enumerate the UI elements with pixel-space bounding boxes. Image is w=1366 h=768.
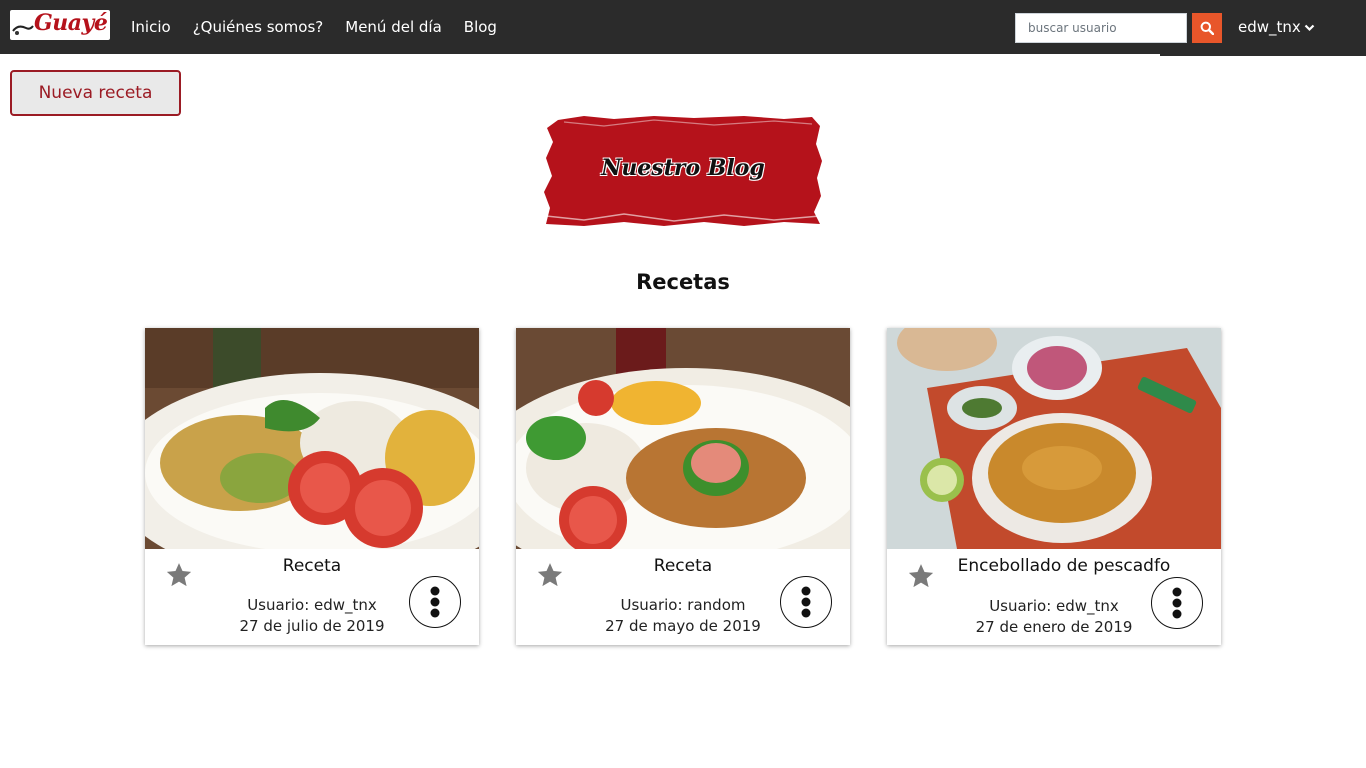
recipe-image[interactable]	[887, 328, 1221, 549]
recipe-title: Receta	[282, 556, 342, 576]
recipe-card[interactable]: Receta Usuario: random 27 de mayo de 201…	[516, 328, 850, 645]
nav-links: Inicio ¿Quiénes somos? Menú del día Blog	[131, 18, 497, 36]
recipe-title: Receta	[653, 556, 713, 576]
chevron-down-icon	[1304, 24, 1315, 31]
star-icon[interactable]	[907, 562, 935, 590]
user-menu[interactable]: edw_tnx	[1238, 18, 1315, 36]
search-input[interactable]	[1015, 13, 1187, 43]
top-navbar: Guayé Inicio ¿Quiénes somos? Menú del dí…	[0, 0, 1366, 54]
recipe-image[interactable]	[516, 328, 850, 549]
recipes-section-title: Recetas	[636, 270, 730, 294]
recipe-image[interactable]	[145, 328, 479, 549]
nav-link-inicio[interactable]: Inicio	[131, 18, 171, 36]
more-options-button[interactable]	[409, 576, 461, 628]
recipe-card[interactable]: Encebollado de pescadfo Usuario: edw_tnx…	[887, 328, 1221, 645]
more-vertical-icon	[1172, 587, 1182, 619]
more-options-button[interactable]	[780, 576, 832, 628]
brand-logo[interactable]: Guayé	[10, 10, 110, 40]
blog-banner-title: Nuestro Blog	[601, 155, 765, 181]
nav-link-menu-del-dia[interactable]: Menú del día	[345, 18, 442, 36]
user-name: edw_tnx	[1238, 18, 1301, 36]
navbar-accent-bar	[1160, 54, 1366, 56]
search-icon	[1200, 21, 1214, 35]
nav-link-blog[interactable]: Blog	[464, 18, 497, 36]
more-options-button[interactable]	[1151, 577, 1203, 629]
search-button[interactable]	[1192, 13, 1222, 43]
brand-logo-text: Guayé	[34, 10, 108, 36]
brand-mark-icon	[12, 25, 34, 35]
recipe-title: Encebollado de pescadfo	[957, 556, 1171, 576]
more-vertical-icon	[430, 586, 440, 618]
more-vertical-icon	[801, 586, 811, 618]
nav-link-quienes-somos[interactable]: ¿Quiénes somos?	[193, 18, 324, 36]
new-recipe-button[interactable]: Nueva receta	[10, 70, 181, 116]
recipe-card[interactable]: Receta Usuario: edw_tnx 27 de julio de 2…	[145, 328, 479, 645]
